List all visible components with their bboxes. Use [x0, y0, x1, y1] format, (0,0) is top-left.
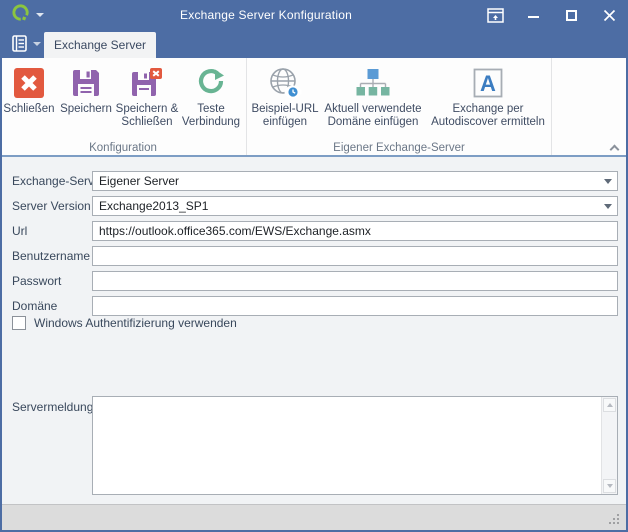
save-close-icon — [129, 65, 165, 101]
aktuelle-domaene-einfuegen-button[interactable]: Aktuell verwendeteDomäne einfügen — [319, 63, 427, 138]
globe-clock-icon — [267, 65, 303, 101]
autodiscover-a-icon: A — [473, 65, 503, 101]
servermeldung-label: Servermeldung — [12, 400, 93, 414]
row-passwort: Passwort — [2, 271, 626, 291]
statusbar — [2, 504, 626, 530]
vertical-scrollbar[interactable] — [601, 397, 617, 494]
tabbar: Exchange Server — [0, 30, 628, 58]
servermeldung-textarea[interactable] — [93, 397, 601, 494]
group-label-eigener-exchange-server: Eigener Exchange-Server — [247, 142, 551, 154]
row-server-version: Server Version — [2, 196, 626, 216]
row-domaene: Domäne — [2, 296, 626, 316]
server-version-label: Server Version — [12, 196, 91, 216]
passwort-label: Passwort — [12, 271, 61, 291]
tab-exchange-server[interactable]: Exchange Server — [44, 32, 156, 58]
speichern-und-schliessen-button[interactable]: Speichern &Schließen — [114, 63, 180, 138]
chevron-up-icon[interactable] — [611, 143, 619, 151]
row-benutzername: Benutzername — [2, 246, 626, 266]
teste-verbindung-button[interactable]: TesteVerbindung — [180, 63, 242, 138]
config-form: Exchange-Server Server Version Url Benut… — [2, 157, 626, 506]
svg-text:A: A — [480, 71, 496, 96]
tab-label: Exchange Server — [54, 38, 146, 52]
tab-list-caret-icon — [33, 42, 41, 46]
minimize-icon[interactable] — [514, 0, 552, 30]
exchange-autodiscover-button[interactable]: A Exchange perAutodiscover ermitteln — [427, 63, 549, 138]
ribbon-group-konfiguration: Schließen Speichern — [0, 58, 247, 155]
window-title: Exchange Server Konfiguration — [56, 8, 476, 22]
tab-list-icon[interactable] — [12, 35, 41, 52]
windows-auth-checkbox[interactable] — [12, 316, 26, 330]
chevron-down-icon[interactable] — [604, 179, 612, 184]
ribbon-group-eigener-exchange-server: Beispiel-URLeinfügen Aktuell verwendeteD… — [247, 58, 552, 155]
row-url: Url — [2, 221, 626, 241]
speichern-button[interactable]: Speichern — [58, 63, 114, 138]
schliessen-button[interactable]: Schließen — [0, 63, 58, 138]
group-label-konfiguration: Konfiguration — [0, 142, 246, 154]
passwort-input[interactable] — [92, 271, 618, 291]
benutzername-label: Benutzername — [12, 246, 90, 266]
close-window-icon[interactable] — [590, 0, 628, 30]
chevron-down-icon[interactable] — [604, 204, 612, 209]
titlebar: Exchange Server Konfiguration — [0, 0, 628, 30]
quick-access-caret-icon[interactable] — [36, 13, 44, 17]
save-icon — [71, 65, 101, 101]
app-logo-ring-icon[interactable] — [11, 3, 30, 27]
domaene-input[interactable] — [92, 296, 618, 316]
exchange-server-label: Exchange-Server — [12, 171, 105, 191]
close-red-icon — [14, 65, 44, 101]
server-version-combo[interactable] — [92, 196, 618, 216]
url-label: Url — [12, 221, 27, 241]
maximize-icon[interactable] — [552, 0, 590, 30]
refresh-icon — [196, 65, 226, 101]
ribbon: Schließen Speichern — [0, 58, 628, 157]
exchange-server-combo[interactable] — [92, 171, 618, 191]
url-input[interactable] — [92, 221, 618, 241]
exchange-config-window: Exchange Server Konfiguration — [0, 0, 628, 532]
org-chart-icon — [355, 65, 391, 101]
windows-auth-label: Windows Authentifizierung verwenden — [34, 316, 237, 330]
scroll-down-icon[interactable] — [603, 479, 616, 493]
benutzername-input[interactable] — [92, 246, 618, 266]
beispiel-url-einfuegen-button[interactable]: Beispiel-URLeinfügen — [251, 63, 319, 138]
ribbon-options-icon[interactable] — [476, 0, 514, 30]
scroll-up-icon[interactable] — [603, 398, 616, 412]
windows-auth-row: Windows Authentifizierung verwenden — [12, 314, 237, 332]
domaene-label: Domäne — [12, 296, 57, 316]
resize-grip[interactable] — [609, 514, 621, 526]
row-exchange-server: Exchange-Server — [2, 171, 626, 191]
servermeldung-box — [92, 396, 618, 495]
